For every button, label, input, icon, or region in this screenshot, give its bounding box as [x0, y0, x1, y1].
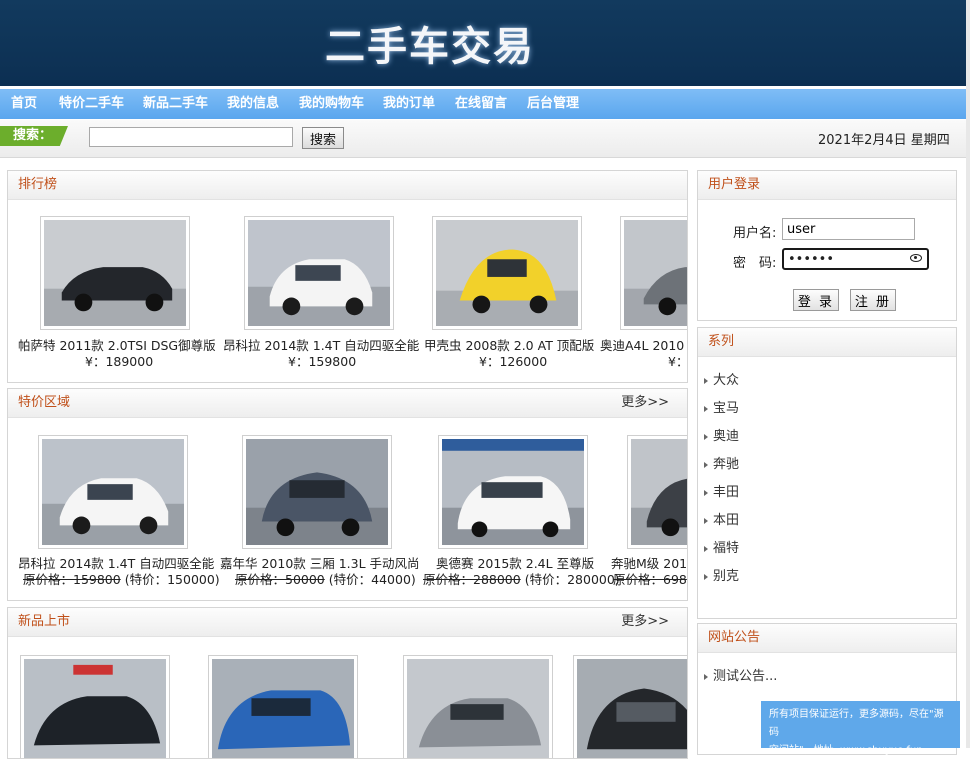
bullet-icon [704, 461, 708, 468]
special-panel: 特价区域 更多>> 昂科拉 2014款 1.4T 自动四驱全能 原价格：1598… [7, 388, 688, 601]
password-label: 密 码: [733, 256, 777, 271]
car-image[interactable] [438, 435, 588, 549]
password-dots: •••••• [788, 252, 835, 267]
nav-item-new[interactable]: 新品二手车 [143, 89, 208, 119]
search-label: 搜索： [0, 126, 68, 146]
site-title: 二手车交易 [325, 24, 535, 70]
series-item-benchi[interactable]: 奔驰 [704, 453, 739, 472]
bullet-icon [704, 433, 708, 440]
main-nav: 首页 特价二手车 新品二手车 我的信息 我的购物车 我的订单 在线留言 后台管理 [0, 89, 966, 119]
car-image[interactable] [244, 216, 394, 330]
nav-item-profile[interactable]: 我的信息 [227, 89, 279, 119]
newcars-title: 新品上市 [18, 614, 71, 629]
register-button[interactable]: 注 册 [850, 289, 896, 311]
car-price: 原价格：159800 (特价：150000) [23, 569, 220, 588]
login-panel: 用户登录 用户名: 密 码: •••••• 登 录 注 册 [697, 170, 957, 321]
login-button[interactable]: 登 录 [793, 289, 839, 311]
car-image[interactable] [208, 655, 358, 758]
bullet-icon [704, 545, 708, 552]
bullet-icon [704, 673, 708, 680]
search-button[interactable]: 搜索 [302, 127, 344, 149]
car-price: 原价格：698 [613, 569, 687, 588]
sale-price: (特价：280000) [524, 572, 620, 587]
page-scrollbar[interactable] [966, 0, 970, 748]
car-image[interactable] [573, 655, 687, 758]
floating-ad-banner[interactable]: 所有项目保证运行，更多源码，尽在"源码 空间站"，地址: www.shuyue.… [761, 701, 960, 756]
floating-ad-line2: 空间站"，地址: www.shuyue.fun [769, 745, 923, 756]
notice-item[interactable]: 测试公告... [704, 665, 777, 684]
special-title: 特价区域 [18, 395, 71, 410]
nav-item-messages[interactable]: 在线留言 [455, 89, 507, 119]
nav-item-orders[interactable]: 我的订单 [383, 89, 435, 119]
username-label: 用户名: [733, 226, 777, 241]
ranking-panel: 排行榜 帕萨特 2011款 2.0TSI DSG御尊版 ¥：189000 昂科拉… [7, 170, 688, 383]
original-price: 原价格：159800 [23, 572, 121, 587]
username-input[interactable] [782, 218, 915, 240]
car-price: 原价格：50000 (特价：44000) [235, 569, 416, 588]
password-input[interactable]: •••••• [782, 248, 929, 270]
series-item-aodi[interactable]: 奥迪 [704, 425, 739, 444]
car-image[interactable] [20, 655, 170, 758]
series-panel: 系列 大众 宝马 奥迪 奔驰 丰田 本田 福特 别克 [697, 327, 957, 619]
ranking-title: 排行榜 [18, 177, 58, 192]
car-image[interactable] [403, 655, 553, 758]
car-price: ¥：159800 [288, 354, 357, 369]
series-item-dazhong[interactable]: 大众 [704, 369, 739, 388]
car-price: ¥： [668, 354, 688, 369]
car-image[interactable] [40, 216, 190, 330]
car-image[interactable] [38, 435, 188, 549]
bullet-icon [704, 405, 708, 412]
car-price: ¥：189000 [85, 354, 154, 369]
sale-price: (特价：150000) [124, 572, 220, 587]
series-item-fengtian[interactable]: 丰田 [704, 481, 739, 500]
original-price: 原价格：698 [613, 572, 687, 587]
car-price: ¥：126000 [479, 354, 548, 369]
bullet-icon [704, 573, 708, 580]
series-item-baoma[interactable]: 宝马 [704, 397, 739, 416]
notice-title: 网站公告 [708, 630, 761, 645]
bullet-icon [704, 377, 708, 384]
newcars-more-link[interactable]: 更多>> [621, 608, 669, 636]
car-image[interactable] [627, 435, 687, 549]
series-item-fute[interactable]: 福特 [704, 537, 739, 556]
nav-item-cart[interactable]: 我的购物车 [299, 89, 364, 119]
nav-item-admin[interactable]: 后台管理 [527, 89, 579, 119]
series-item-bieke[interactable]: 别克 [704, 565, 739, 584]
sale-price: (特价：44000) [328, 572, 416, 587]
original-price: 原价格：288000 [423, 572, 521, 587]
floating-ad-line1: 所有项目保证运行，更多源码，尽在"源码 [769, 709, 944, 738]
car-image[interactable] [432, 216, 582, 330]
car-price: 原价格：288000 (特价：280000) [423, 569, 620, 588]
series-item-bentian[interactable]: 本田 [704, 509, 739, 528]
login-title: 用户登录 [708, 177, 761, 192]
series-title: 系列 [708, 334, 735, 349]
special-more-link[interactable]: 更多>> [621, 389, 669, 417]
nav-item-home[interactable]: 首页 [11, 89, 37, 119]
original-price: 原价格：50000 [235, 572, 325, 587]
search-bar: 搜索： 搜索 2021年2月4日 星期四 [0, 120, 966, 158]
newcars-panel: 新品上市 更多>> [7, 607, 688, 759]
car-image[interactable] [242, 435, 392, 549]
car-image[interactable] [620, 216, 687, 330]
site-banner: 二手车交易 [0, 0, 966, 86]
bullet-icon [704, 489, 708, 496]
search-input[interactable] [89, 127, 293, 147]
show-password-icon[interactable] [910, 254, 922, 262]
bullet-icon [704, 517, 708, 524]
nav-item-special[interactable]: 特价二手车 [59, 89, 124, 119]
current-date: 2021年2月4日 星期四 [818, 133, 950, 148]
